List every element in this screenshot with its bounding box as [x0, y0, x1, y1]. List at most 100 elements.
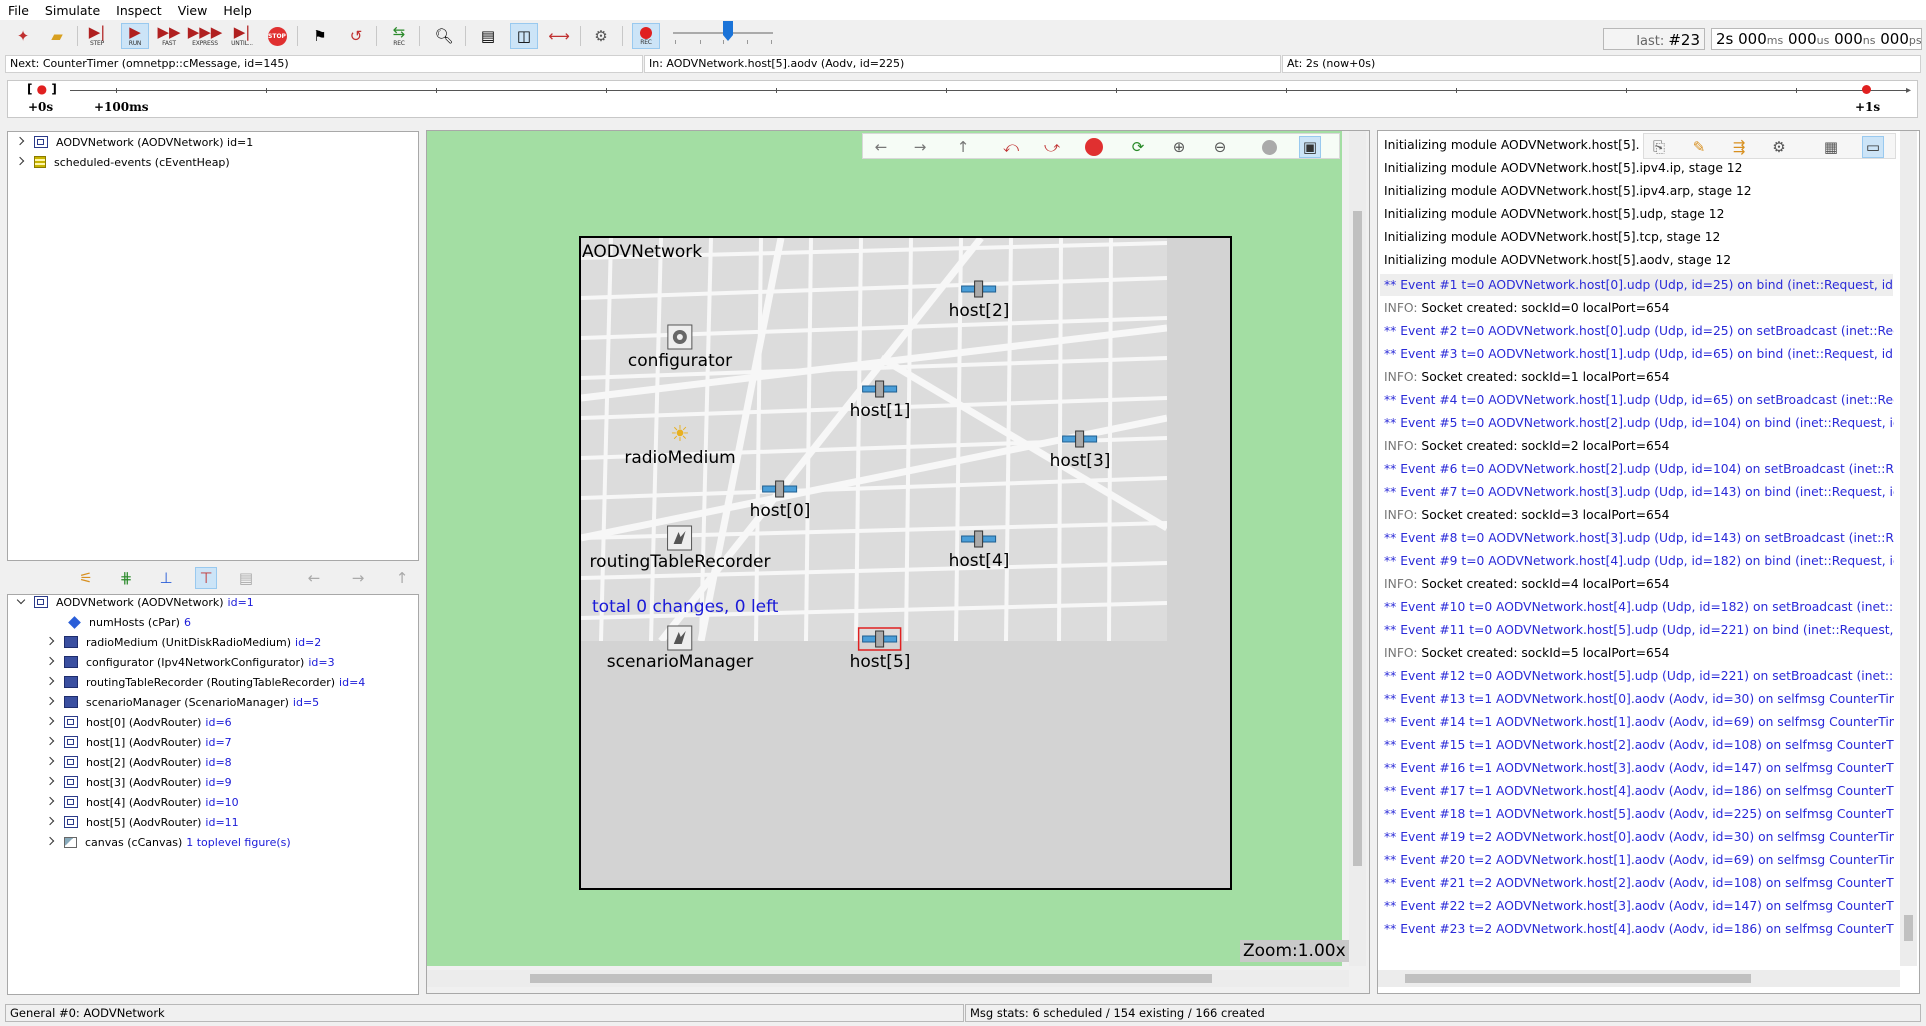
go-to-parent-button[interactable]: ↑	[952, 136, 974, 158]
filter-button[interactable]: ⇶	[1728, 136, 1750, 158]
layout-horizontal-button[interactable]: ▤	[474, 23, 502, 49]
chevron-right-icon[interactable]	[46, 817, 56, 827]
menu-view[interactable]: View	[170, 3, 216, 18]
host-1-node[interactable]: host[1]	[850, 378, 910, 421]
new-run-button[interactable]: ✦	[9, 23, 37, 49]
scrollbar-thumb[interactable]	[1353, 211, 1362, 866]
host-4-node[interactable]: host[4]	[949, 528, 1009, 571]
scrollbar-thumb[interactable]	[1405, 974, 1751, 983]
chevron-right-icon[interactable]	[46, 697, 56, 707]
log-mode-button[interactable]: ▭	[1862, 136, 1884, 158]
children-view-button[interactable]: ⊤	[195, 567, 217, 589]
chevron-right-icon[interactable]	[16, 137, 26, 147]
chevron-right-icon[interactable]	[46, 777, 56, 787]
log-event-line[interactable]: ** Event #16 t=1 AODVNetwork.host[3].aod…	[1384, 757, 1894, 779]
scenario-manager-node[interactable]: scenarioManager	[607, 625, 753, 672]
log-info-line[interactable]: INFO: Socket created: sockId=4 localPort…	[1384, 573, 1894, 595]
forward-button[interactable]: →	[347, 567, 369, 589]
log-event-line[interactable]: ** Event #3 t=0 AODVNetwork.host[1].udp …	[1384, 343, 1894, 365]
record-eventlog-button[interactable]: ⇆ REC	[385, 23, 413, 49]
log-event-line[interactable]: ** Event #7 t=0 AODVNetwork.host[3].udp …	[1384, 481, 1894, 503]
log-event-line[interactable]: ** Event #2 t=0 AODVNetwork.host[0].udp …	[1384, 320, 1894, 342]
log-event-line[interactable]: ** Event #22 t=2 AODVNetwork.host[3].aod…	[1384, 895, 1894, 917]
log-event-line[interactable]: ** Event #19 t=2 AODVNetwork.host[0].aod…	[1384, 826, 1894, 848]
radio-medium-node[interactable]: ☀ radioMedium	[624, 423, 735, 469]
log-info-line[interactable]: INFO: Socket created: sockId=3 localPort…	[1384, 504, 1894, 526]
log-event-line[interactable]: ** Event #8 t=0 AODVNetwork.host[3].udp …	[1384, 527, 1894, 549]
forward-button[interactable]: →	[909, 136, 931, 158]
timeline-event-marker[interactable]	[1862, 85, 1871, 94]
log-line[interactable]: Initializing module AODVNetwork.host[5].…	[1384, 203, 1894, 225]
chevron-right-icon[interactable]	[46, 677, 56, 687]
log-horizontal-scrollbar[interactable]	[1378, 970, 1900, 987]
host-3-node[interactable]: host[3]	[1050, 428, 1110, 471]
scrollbar-thumb[interactable]	[530, 974, 1212, 983]
stop-animation-button[interactable]	[1083, 136, 1105, 158]
log-event-line[interactable]: ** Event #5 t=0 AODVNetwork.host[2].udp …	[1384, 412, 1894, 434]
finish-button[interactable]: ⚑	[306, 23, 334, 49]
chevron-right-icon[interactable]	[46, 797, 56, 807]
log-info-line[interactable]: INFO: Socket created: sockId=0 localPort…	[1384, 297, 1894, 319]
chevron-right-icon[interactable]	[46, 757, 56, 767]
group-by-package-button[interactable]: ⚟	[75, 567, 97, 589]
log-event-line[interactable]: ** Event #20 t=2 AODVNetwork.host[1].aod…	[1384, 849, 1894, 871]
log-event-line[interactable]: ** Event #21 t=2 AODVNetwork.host[2].aod…	[1384, 872, 1894, 894]
zoom-out-button[interactable]: ⊖	[1209, 136, 1231, 158]
menu-simulate[interactable]: Simulate	[37, 3, 108, 18]
layout-vertical-button[interactable]: ◫	[510, 23, 538, 49]
log-event-line[interactable]: ** Event #6 t=0 AODVNetwork.host[2].udp …	[1384, 458, 1894, 480]
object-tree-row[interactable]: AODVNetwork (AODVNetwork) id=1	[16, 133, 253, 151]
log-event-line[interactable]: ** Event #15 t=1 AODVNetwork.host[2].aod…	[1384, 734, 1894, 756]
log-event-line[interactable]: ** Event #17 t=1 AODVNetwork.host[4].aod…	[1384, 780, 1894, 802]
inheritance-view-button[interactable]: ⊥	[155, 567, 177, 589]
log-line[interactable]: Initializing module AODVNetwork.host[5].…	[1384, 226, 1894, 248]
host-5-node[interactable]: host[5]	[850, 627, 910, 672]
log-event-line[interactable]: ** Event #12 t=0 AODVNetwork.host[5].udp…	[1384, 665, 1894, 687]
log-event-line[interactable]: ** Event #14 t=1 AODVNetwork.host[1].aod…	[1384, 711, 1894, 733]
stop-button[interactable]: STOP	[263, 23, 291, 49]
find-in-log-button[interactable]: ✎	[1688, 136, 1710, 158]
inspector-tree-row[interactable]: routingTableRecorder (RoutingTableRecord…	[46, 673, 365, 691]
host-2-node[interactable]: host[2]	[949, 278, 1009, 321]
chevron-right-icon[interactable]	[16, 157, 26, 167]
chevron-right-icon[interactable]	[46, 657, 56, 667]
relayout-button[interactable]: ⟳	[1127, 136, 1149, 158]
find-button[interactable]: 🔍︎	[430, 23, 458, 49]
event-timeline[interactable]	[7, 80, 1918, 118]
inspector-tree-row[interactable]: host[5] (AodvRouter) id=11	[46, 813, 239, 831]
inspector-tree-row[interactable]: configurator (Ipv4NetworkConfigurator) i…	[46, 653, 335, 671]
log-vertical-scrollbar[interactable]	[1900, 131, 1917, 966]
detail-view-button[interactable]: ▤	[235, 567, 257, 589]
log-line[interactable]: Initializing module AODVNetwork.host[5].…	[1384, 134, 1640, 156]
record-video-button[interactable]: REC	[632, 23, 660, 49]
log-line[interactable]: Initializing module AODVNetwork.host[5].…	[1384, 157, 1894, 179]
inspector-tree-row[interactable]: host[1] (AodvRouter) id=7	[46, 733, 232, 751]
step-button[interactable]: ▶| STEP	[83, 23, 111, 49]
log-info-line[interactable]: INFO: Socket created: sockId=2 localPort…	[1384, 435, 1894, 457]
object-tree-row[interactable]: scheduled-events (cEventHeap)	[16, 153, 230, 171]
log-line[interactable]: Initializing module AODVNetwork.host[5].…	[1384, 249, 1894, 271]
fast-button[interactable]: ▶▶ FAST	[155, 23, 183, 49]
chevron-right-icon[interactable]	[46, 717, 56, 727]
log-event-line[interactable]: ** Event #13 t=1 AODVNetwork.host[0].aod…	[1384, 688, 1894, 710]
log-event-line[interactable]: ** Event #10 t=0 AODVNetwork.host[4].udp…	[1384, 596, 1894, 618]
timeline-toggle-button[interactable]: ⟷	[545, 23, 573, 49]
routing-table-recorder-node[interactable]: routingTableRecorder	[590, 525, 770, 572]
log-event-line[interactable]: ** Event #11 t=0 AODVNetwork.host[5].udp…	[1384, 619, 1894, 641]
canvas-view-button[interactable]: ▣	[1299, 136, 1321, 158]
zoom-in-button[interactable]: ⊕	[1168, 136, 1190, 158]
chevron-right-icon[interactable]	[46, 837, 56, 847]
log-event-line[interactable]: ** Event #18 t=1 AODVNetwork.host[5].aod…	[1384, 803, 1894, 825]
network-vertical-scrollbar[interactable]	[1349, 131, 1366, 966]
inspector-tree-row[interactable]: canvas (cCanvas) 1 toplevel figure(s)	[46, 833, 291, 851]
configurator-node[interactable]: configurator	[628, 324, 732, 371]
inspector-tree-row[interactable]: host[3] (AodvRouter) id=9	[46, 773, 232, 791]
log-info-line[interactable]: INFO: Socket created: sockId=1 localPort…	[1384, 366, 1894, 388]
log-event-line[interactable]: ** Event #9 t=0 AODVNetwork.host[4].udp …	[1384, 550, 1894, 572]
inspector-tree-row[interactable]: host[2] (AodvRouter) id=8	[46, 753, 232, 771]
inspector-tree-row[interactable]: radioMedium (UnitDiskRadioMedium) id=2	[46, 633, 321, 651]
chevron-right-icon[interactable]	[46, 737, 56, 747]
copy-button[interactable]: ⎘	[1648, 136, 1670, 158]
flat-view-button[interactable]: ⋕	[115, 567, 137, 589]
animate-forward-button[interactable]: ⤻	[1041, 136, 1063, 158]
